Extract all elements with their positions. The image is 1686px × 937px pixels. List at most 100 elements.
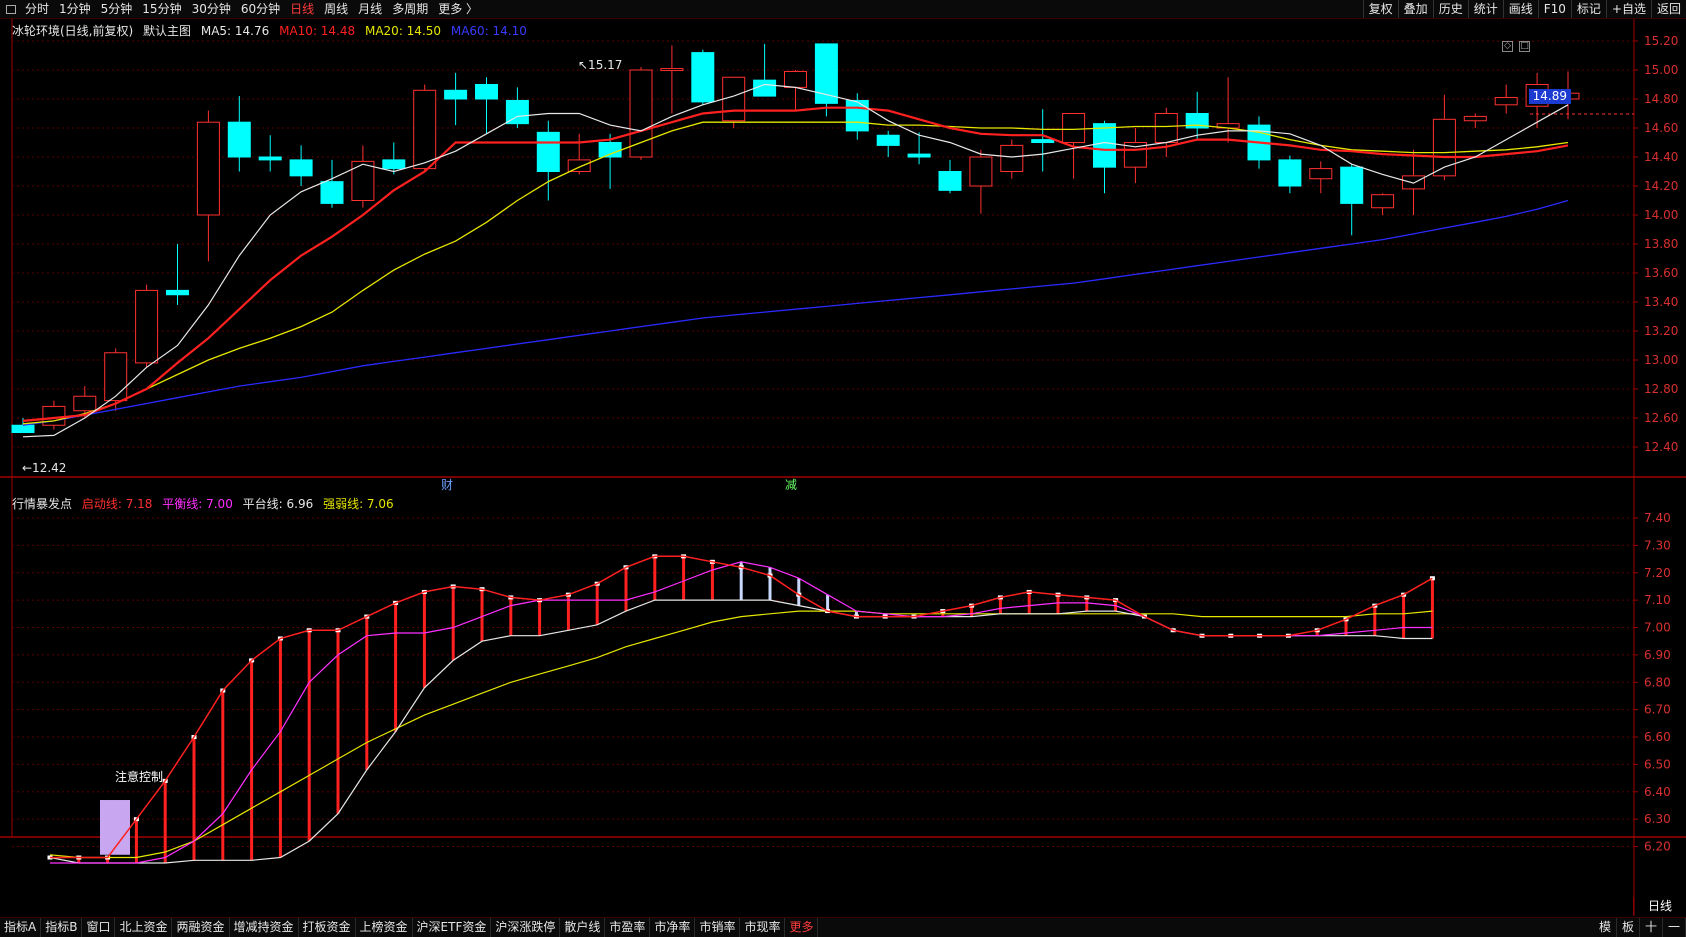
indicator-tab[interactable]: 北上资金 [115,918,173,937]
y-tick-label: 14.80 [1644,92,1678,106]
chart-area: 15.20 15.00 14.80 14.60 14.40 14.20 14.00 13.80… [0,19,1686,935]
event-mark-reduce: 减 [785,478,797,492]
candle-body [1309,168,1333,180]
y-tick-label: 13.00 [1644,353,1678,367]
kline-svg[interactable]: 15.20 15.00 14.80 14.60 14.40 14.20 14.00 13.80… [0,19,1686,935]
bottom-toolbar: 指标A 指标B 窗口 北上资金 两融资金 增减持资金 打板资金 上榜资金 沪深ETF资金 沪深涨跌… [0,917,1686,937]
candle-body [1371,194,1395,209]
candle-body [444,89,468,100]
view-button[interactable]: 模 [1594,918,1617,937]
tool-button[interactable]: F10 [1537,0,1571,18]
ma60-label: MA60: 14.10 [450,24,527,38]
period-tab[interactable]: 日线 [285,0,319,18]
period-tab[interactable]: 60分钟 [236,0,285,18]
period-tab[interactable]: 5分钟 [96,0,138,18]
indicator-tab[interactable]: 沪深涨跌停 [491,918,561,937]
ma20-line [22,121,1569,425]
strong-line-label: 强弱线: 7.06 [323,497,394,511]
bottom-right-tools: 模板十一 [1594,918,1686,937]
candle-body [1154,113,1178,143]
period-tab[interactable]: 15分钟 [137,0,186,18]
sub-indicator-name[interactable]: 行情暴发点 [12,497,72,511]
y-tick-label: 12.60 [1644,411,1678,425]
settings-icon[interactable]: ◇ [1502,41,1513,52]
period-tab[interactable]: 30分钟 [187,0,236,18]
candle-body [104,352,128,402]
period-tab[interactable]: 月线 [353,0,387,18]
indicator-tab[interactable]: 市净率 [650,918,696,937]
candle-body [1031,139,1055,143]
y-tick-label: 6.80 [1644,675,1671,689]
period-tab[interactable]: 多周期 [387,0,433,18]
tool-button[interactable]: 复权 [1362,0,1398,18]
tool-button[interactable]: 标记 [1570,0,1606,18]
candle-body [1278,159,1302,187]
indicator-tab[interactable]: 散户线 [560,918,606,937]
period-tab[interactable]: 周线 [319,0,353,18]
main-legend: 冰轮环境(日线,前复权) 默认主图 MA5: 14.76 MA10: 14.48… [12,22,533,39]
period-tab[interactable]: 1分钟 [54,0,96,18]
indicator-tab[interactable]: 市销率 [695,918,741,937]
indicator-tab[interactable]: 更多 [785,918,819,937]
candle-body [196,121,220,216]
view-button[interactable]: 十 [1640,918,1663,937]
right-tools: 复权 叠加 历史 统计 画线 F10 标记 +自选 返回 [1362,0,1686,18]
view-button[interactable]: 一 [1663,918,1686,937]
period-tab[interactable]: 更多 〉 [433,0,483,18]
tool-button[interactable]: 画线 [1502,0,1538,18]
indicator-tab[interactable]: 增减持资金 [230,918,299,937]
y-tick-label: 13.40 [1644,295,1678,309]
y-tick-label: 14.60 [1644,121,1678,135]
stock-title: 冰轮环境(日线,前复权) [12,24,134,38]
indicator-tab[interactable]: 窗口 [82,918,116,937]
indicator-tab[interactable]: 上榜资金 [356,918,413,937]
candle-body [135,289,159,364]
platform-line-label: 平台线: 6.96 [242,497,314,511]
candle-body [722,76,746,122]
indicator-tab[interactable]: 市现率 [740,918,786,937]
candle-body [1340,166,1364,204]
ma5-label: MA5: 14.76 [200,24,270,38]
candle-body [289,159,313,177]
candle-body [907,153,931,158]
indicator-tab[interactable]: 打板资金 [299,918,356,937]
indicator-tab[interactable]: 指标A [0,918,42,937]
candle-body [598,142,622,158]
ma10-label: MA10: 14.48 [279,24,356,38]
indicator-tab[interactable]: 沪深ETF资金 [413,918,492,937]
y-tick-label: 13.20 [1644,324,1678,338]
candle-body [1463,115,1487,122]
main-indicator[interactable]: 默认主图 [143,24,191,38]
period-tab[interactable]: 分时 [20,0,54,18]
candle-body [166,289,189,296]
y-tick-label: 7.40 [1644,511,1671,525]
tool-button[interactable]: 历史 [1432,0,1468,18]
candle-body [1093,123,1116,168]
strong-line [49,610,1433,859]
y-tick-label: 6.30 [1644,812,1671,826]
indicator-tab[interactable]: 市盈率 [605,918,651,937]
view-button[interactable]: 板 [1617,918,1640,937]
annotation-text: 注意控制 [115,770,164,784]
period-label[interactable]: 日线 [1633,898,1686,915]
y-tick-label: 15.20 [1644,34,1678,48]
candle-body [1062,113,1086,143]
candle-body [567,159,591,172]
maximize-icon[interactable]: □ [1519,41,1530,52]
indicator-tab[interactable]: 两融资金 [172,918,230,937]
candle-body [876,134,900,146]
candle-body [753,79,777,97]
indicator-tab[interactable]: 指标B [41,918,83,937]
candle-body [320,181,344,204]
candle-body [11,424,35,433]
candle-body [629,69,653,158]
tool-button[interactable]: 统计 [1467,0,1503,18]
panel-buttons: ◇ □ [1502,41,1530,52]
candle-body [382,159,406,170]
tool-button[interactable]: 返回 [1650,0,1686,18]
tool-button[interactable]: 叠加 [1397,0,1433,18]
tool-button[interactable]: +自选 [1605,0,1651,18]
y-tick-label: 13.80 [1644,237,1678,251]
candle-body [784,70,807,88]
window-icon[interactable] [6,4,16,14]
